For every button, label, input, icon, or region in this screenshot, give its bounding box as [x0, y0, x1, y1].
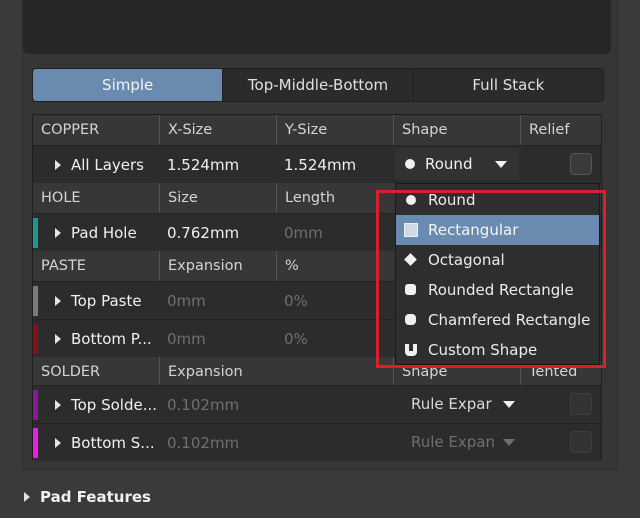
expand-caret-icon[interactable] — [55, 437, 61, 448]
bottom-solder-shape-select[interactable]: Rule Expan — [405, 426, 523, 458]
shape-select-value: Round — [425, 155, 473, 173]
top-solder-shape-select[interactable]: Rule Expar — [405, 388, 523, 420]
chevron-down-icon[interactable] — [495, 161, 507, 168]
top-paste-expansion[interactable]: 0mm — [159, 282, 276, 319]
bottom-solder-row[interactable]: Bottom S... 0.102mm Rule Expan — [33, 423, 601, 461]
shape-header: Shape — [393, 115, 520, 145]
tab-top-middle-bottom[interactable]: Top-Middle-Bottom — [223, 69, 414, 101]
top-solder-expansion[interactable]: 0.102mm — [159, 386, 393, 423]
hole-size-value[interactable]: 0.762mm — [159, 214, 276, 251]
tab-full-stack[interactable]: Full Stack — [414, 69, 603, 101]
bottom-paste-expansion[interactable]: 0mm — [159, 320, 276, 357]
round-icon — [405, 159, 415, 169]
bottom-solder-shape-value: Rule Expan — [411, 433, 495, 451]
pad-features-section-header[interactable]: Pad Features — [22, 488, 151, 506]
bottom-solder-label: Bottom S... — [71, 433, 155, 452]
pad-features-label: Pad Features — [40, 488, 151, 506]
stack-mode-tabs: Simple Top-Middle-Bottom Full Stack — [32, 68, 604, 102]
top-solder-label: Top Solde... — [71, 395, 158, 414]
x-size-header: X-Size — [159, 115, 276, 145]
top-paste-label: Top Paste — [71, 291, 142, 310]
y-size-value[interactable]: 1.524mm — [276, 146, 393, 183]
chevron-down-icon[interactable] — [503, 401, 515, 408]
copper-row[interactable]: All Layers 1.524mm 1.524mm Round — [33, 145, 601, 183]
expand-caret-icon[interactable] — [55, 399, 61, 410]
bottom-paste-label: Bottom P... — [71, 329, 152, 348]
collapse-triangle-icon[interactable] — [24, 492, 30, 502]
hole-header: HOLE — [41, 190, 81, 206]
relief-checkbox[interactable] — [570, 153, 592, 175]
hole-size-header: Size — [159, 183, 276, 213]
paste-header: PASTE — [41, 258, 86, 274]
top-tented-checkbox[interactable] — [570, 393, 592, 415]
relief-header: Relief — [520, 115, 601, 145]
expand-caret-icon[interactable] — [55, 333, 61, 344]
expand-caret-icon[interactable] — [55, 227, 61, 238]
copper-row-label: All Layers — [71, 155, 145, 174]
copper-header-row: COPPER X-Size Y-Size Shape Relief — [33, 115, 601, 145]
tab-simple[interactable]: Simple — [33, 69, 224, 101]
x-size-value[interactable]: 1.524mm — [159, 146, 276, 183]
paste-expansion-header: Expansion — [159, 251, 276, 281]
shape-select[interactable]: Round — [395, 148, 519, 180]
solder-header: SOLDER — [41, 364, 101, 380]
annotation-highlight-box — [376, 190, 606, 368]
y-size-header: Y-Size — [276, 115, 393, 145]
bottom-solder-expansion[interactable]: 0.102mm — [159, 424, 393, 461]
expand-caret-icon[interactable] — [55, 295, 61, 306]
expand-caret-icon[interactable] — [55, 159, 61, 170]
pad-hole-label: Pad Hole — [71, 223, 137, 242]
bottom-tented-checkbox[interactable] — [570, 431, 592, 453]
top-solder-row[interactable]: Top Solde... 0.102mm Rule Expar — [33, 385, 601, 423]
copper-header: COPPER — [41, 122, 100, 138]
solder-expansion-header: Expansion — [159, 357, 393, 387]
chevron-down-icon[interactable] — [503, 439, 515, 446]
pad-preview-area — [23, 0, 611, 54]
top-solder-shape-value: Rule Expar — [411, 395, 492, 413]
